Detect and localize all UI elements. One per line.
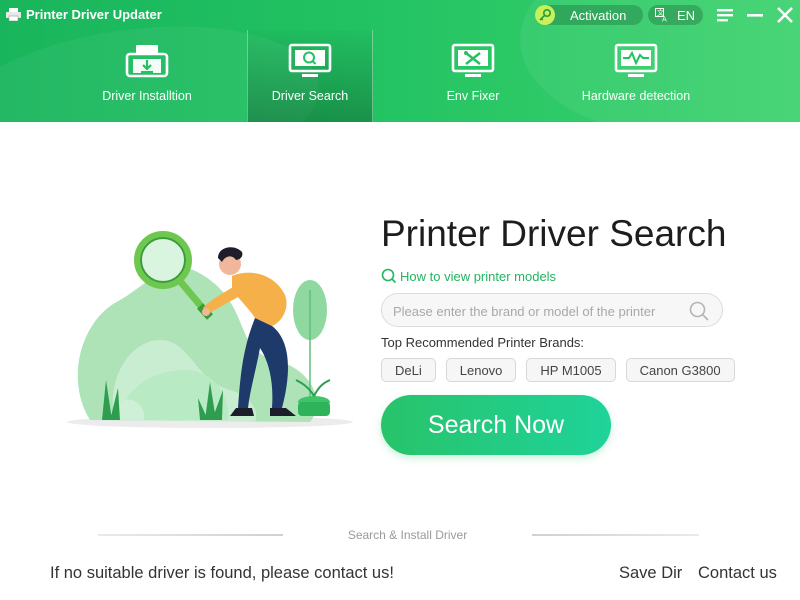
- search-box: [381, 293, 723, 327]
- activation-label: Activation: [570, 7, 627, 23]
- contact-us-link[interactable]: Contact us: [698, 564, 777, 583]
- hardware-detection-icon: [614, 43, 658, 77]
- title-bar: Printer Driver Updater Activation 文 A EN: [0, 0, 800, 30]
- close-icon[interactable]: [775, 6, 795, 24]
- key-icon: [535, 5, 555, 25]
- search-illustration: [67, 231, 353, 428]
- howto-link-label: How to view printer models: [400, 268, 557, 284]
- section-caption: Search & Install Driver: [347, 528, 468, 542]
- header: Printer Driver Updater Activation 文 A EN…: [0, 0, 800, 122]
- save-dir-link[interactable]: Save Dir: [619, 564, 682, 583]
- app-window: Printer Driver Updater Activation 文 A EN…: [0, 0, 800, 600]
- brand-chip-deli[interactable]: DeLi: [381, 358, 436, 382]
- translate-icon: 文 A: [655, 8, 667, 23]
- brands-label: Top Recommended Printer Brands:: [381, 335, 585, 350]
- activation-button[interactable]: Activation: [535, 5, 643, 25]
- howto-link[interactable]: How to view printer models: [381, 268, 556, 284]
- minimize-icon[interactable]: [745, 6, 765, 24]
- tab-label: Driver Installtion: [102, 89, 192, 103]
- brand-list: DeLi Lenovo HP M1005 Canon G3800: [381, 358, 735, 382]
- divider-line-left: [98, 534, 283, 536]
- language-label: EN: [677, 7, 696, 23]
- tab-env-fixer[interactable]: Env Fixer: [425, 40, 521, 122]
- search-input[interactable]: [393, 301, 683, 321]
- driver-search-icon: [288, 43, 332, 77]
- app-title: Printer Driver Updater: [26, 7, 162, 22]
- tab-label: Hardware detection: [581, 89, 691, 103]
- search-icon[interactable]: [688, 300, 710, 322]
- page-title: Printer Driver Search: [381, 213, 727, 254]
- tab-hardware-detection[interactable]: Hardware detection: [572, 40, 700, 122]
- divider-line-right: [532, 534, 699, 536]
- brand-chip-hp-m1005[interactable]: HP M1005: [526, 358, 616, 382]
- printer-logo-icon: [6, 8, 21, 21]
- brand-chip-canon-g3800[interactable]: Canon G3800: [625, 358, 735, 382]
- driver-install-icon: [125, 45, 169, 78]
- menu-icon[interactable]: [715, 6, 735, 24]
- env-fixer-icon: [451, 43, 495, 77]
- search-now-button[interactable]: Search Now: [381, 395, 611, 455]
- search-icon: [381, 268, 397, 284]
- language-button[interactable]: 文 A EN: [648, 5, 703, 25]
- svg-text:A: A: [662, 16, 667, 23]
- tab-driver-installation[interactable]: Driver Installtion: [95, 40, 199, 122]
- tab-driver-search[interactable]: Driver Search: [247, 30, 373, 122]
- tab-label: Env Fixer: [446, 89, 500, 103]
- brand-chip-lenovo[interactable]: Lenovo: [445, 358, 517, 382]
- footer-note: If no suitable driver is found, please c…: [50, 564, 394, 582]
- tab-label: Driver Search: [271, 89, 349, 103]
